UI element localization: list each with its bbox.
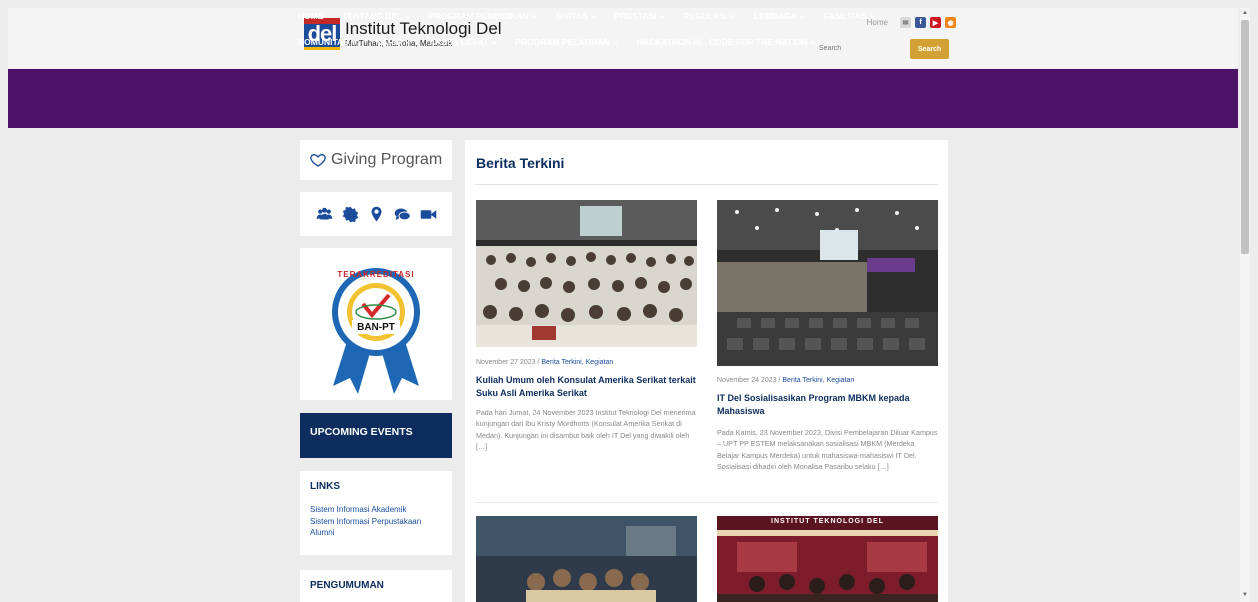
scrollbar-thumb[interactable] <box>1241 20 1249 254</box>
article-1-title[interactable]: Kuliah Umum oleh Konsulat Amerika Serika… <box>476 374 697 400</box>
nav-item-akses-cepat[interactable]: AKSES CEPAT» <box>429 37 496 47</box>
nav-item-label: LEMBAGA <box>753 11 797 21</box>
nav-item-program-pendidikan[interactable]: PROGRAM PENDIDIKAN» <box>429 11 536 21</box>
nav-item-karir[interactable]: KARIR» <box>376 37 411 47</box>
facebook-icon[interactable]: f <box>915 17 926 28</box>
divider <box>475 184 938 185</box>
article-4-image[interactable]: INSTITUT TEKNOLOGI DEL <box>717 516 938 602</box>
nav-item-label: REGULASI <box>683 11 728 21</box>
chat-icon[interactable] <box>394 206 411 223</box>
nav-row-2: KOMUNITAS» KARIR» AKSES CEPAT» PROGRAM PELA… <box>298 37 834 47</box>
accreditation-bottom-text: BAN-PT <box>357 322 395 333</box>
link-sistem-perpustakaan[interactable]: Sistem Informasi Perpustakaan <box>310 516 442 528</box>
nav-dropdown-arrow-icon: » <box>405 11 411 21</box>
nav-item-label: PROGRAM PELATIHAN <box>515 37 610 47</box>
badge-icon[interactable] <box>342 206 359 223</box>
article-2-date: November 24 2023 <box>717 377 777 384</box>
article-2-excerpt: Pada Kamis, 23 November 2023, Divisi Pem… <box>717 428 938 471</box>
article-1-date: November 27 2023 <box>476 359 536 366</box>
link-sistem-akademik[interactable]: Sistem Informasi Akademik <box>310 504 442 516</box>
map-pin-icon[interactable] <box>368 206 385 223</box>
scroll-down-icon[interactable]: ▼ <box>1242 592 1248 598</box>
site-title: Institut Teknologi Del <box>345 19 502 38</box>
accreditation-badge[interactable]: TERAKREDITASI BAN-PT <box>300 248 452 400</box>
heart-icon <box>310 153 326 167</box>
article-3-image[interactable] <box>476 516 697 602</box>
article-2-title[interactable]: IT Del Sosialisasikan Program MBKM kepad… <box>717 392 938 418</box>
giving-label: Giving Program <box>331 151 443 168</box>
nav-dropdown-arrow-icon: » <box>491 37 497 47</box>
divider <box>475 502 938 503</box>
youtube-icon[interactable]: ▶ <box>930 17 941 28</box>
nav-item-label: KOMUNITAS <box>298 37 349 47</box>
nav-item-label: FASILITAS <box>823 11 867 21</box>
nav-item-prestasi[interactable]: PRESTASI» <box>615 11 665 21</box>
nav-item-label: PROGRAM PENDIDIKAN <box>429 11 529 21</box>
nav-dropdown-arrow-icon: » <box>590 11 596 21</box>
nav-dropdown-arrow-icon: » <box>659 11 665 21</box>
nav-item-label: PRESTASI <box>614 11 657 21</box>
article-2-image[interactable] <box>717 200 938 366</box>
page-scrollbar[interactable]: ▲ ▼ <box>1240 8 1250 602</box>
users-icon[interactable] <box>316 206 333 223</box>
news-heading: Berita Terkini <box>476 155 565 171</box>
nav-item-label: AKSES CEPAT <box>429 37 489 47</box>
scroll-up-icon[interactable]: ▲ <box>1242 10 1248 16</box>
giving-program[interactable]: Giving Program <box>300 140 452 180</box>
video-icon[interactable] <box>420 206 437 223</box>
nav-dropdown-arrow-icon: » <box>799 11 805 21</box>
mail-icon[interactable]: ✉ <box>900 17 911 28</box>
news-panel: Berita Terkini November 27 2023 / Berita… <box>465 140 948 602</box>
nav-item-sivitas[interactable]: SIVITAS» <box>555 11 595 21</box>
nav-item-program-pelatihan[interactable]: PROGRAM PELATIHAN» <box>515 37 618 47</box>
banner-text: INSTITUT TEKNOLOGI DEL <box>771 518 884 525</box>
nav-dropdown-arrow-icon: » <box>351 37 357 47</box>
nav-item-label: KARIR <box>375 37 403 47</box>
nav-item-hackathon-ai-code-for-the-nation[interactable]: HACKATHON AI : CODE FOR THE NATION» <box>637 37 816 47</box>
nav-dropdown-arrow-icon: » <box>531 11 537 21</box>
accreditation-top-text: TERAKREDITASI <box>337 270 415 279</box>
nav-item-label: SIVITAS <box>555 11 588 21</box>
nav-item-label: TENTANG DEL <box>342 11 403 21</box>
article-2-categories[interactable]: Berita Terkini, Kegiatan <box>782 377 854 384</box>
search-button[interactable]: Search <box>910 39 949 59</box>
nav-item-label: HOME <box>298 11 324 21</box>
nav-row-1: HOME TENTANG DEL» PROGRAM PENDIDIKAN» SIVIT… <box>298 11 893 21</box>
quick-icons <box>300 192 452 236</box>
links-widget: LINKS Sistem Informasi Akademik Sistem I… <box>300 471 452 555</box>
article-1-meta: November 27 2023 / Berita Terkini, Kegia… <box>476 359 613 366</box>
nav-item-label: HACKATHON AI : CODE FOR THE NATION <box>636 37 808 47</box>
upcoming-events[interactable]: UPCOMING EVENTS <box>300 413 452 458</box>
nav-dropdown-arrow-icon: » <box>730 11 735 21</box>
nav-item-lembaga[interactable]: LEMBAGA» <box>754 11 805 21</box>
announcement-title: PENGUMUMAN <box>310 580 384 591</box>
main-nav <box>8 69 1238 128</box>
nav-item-komunitas[interactable]: KOMUNITAS» <box>298 37 357 47</box>
article-1-image[interactable] <box>476 200 697 347</box>
links-title: LINKS <box>310 481 340 492</box>
article-2-meta: November 24 2023 / Berita Terkini, Kegia… <box>717 377 854 384</box>
nav-item-tentang-del[interactable]: TENTANG DEL» <box>343 11 411 21</box>
nav-dropdown-arrow-icon: » <box>810 37 816 47</box>
nav-item-regulasi[interactable]: REGULASI» <box>683 11 735 21</box>
link-alumni[interactable]: Alumni <box>310 527 442 539</box>
article-1-categories[interactable]: Berita Terkini, Kegiatan <box>541 359 613 366</box>
nav-item-fasilitas[interactable]: FASILITAS» <box>824 11 875 21</box>
nav-dropdown-arrow-icon: » <box>612 37 618 47</box>
rss-icon[interactable]: ◉ <box>945 17 956 28</box>
announcement-widget: PENGUMUMAN <box>300 570 452 602</box>
nav-item-home[interactable]: HOME <box>298 11 324 21</box>
nav-dropdown-arrow-icon: » <box>869 11 875 21</box>
nav-dropdown-arrow-icon: » <box>405 37 411 47</box>
article-1-excerpt: Pada hari Jumat, 24 November 2023 Instit… <box>476 408 696 451</box>
